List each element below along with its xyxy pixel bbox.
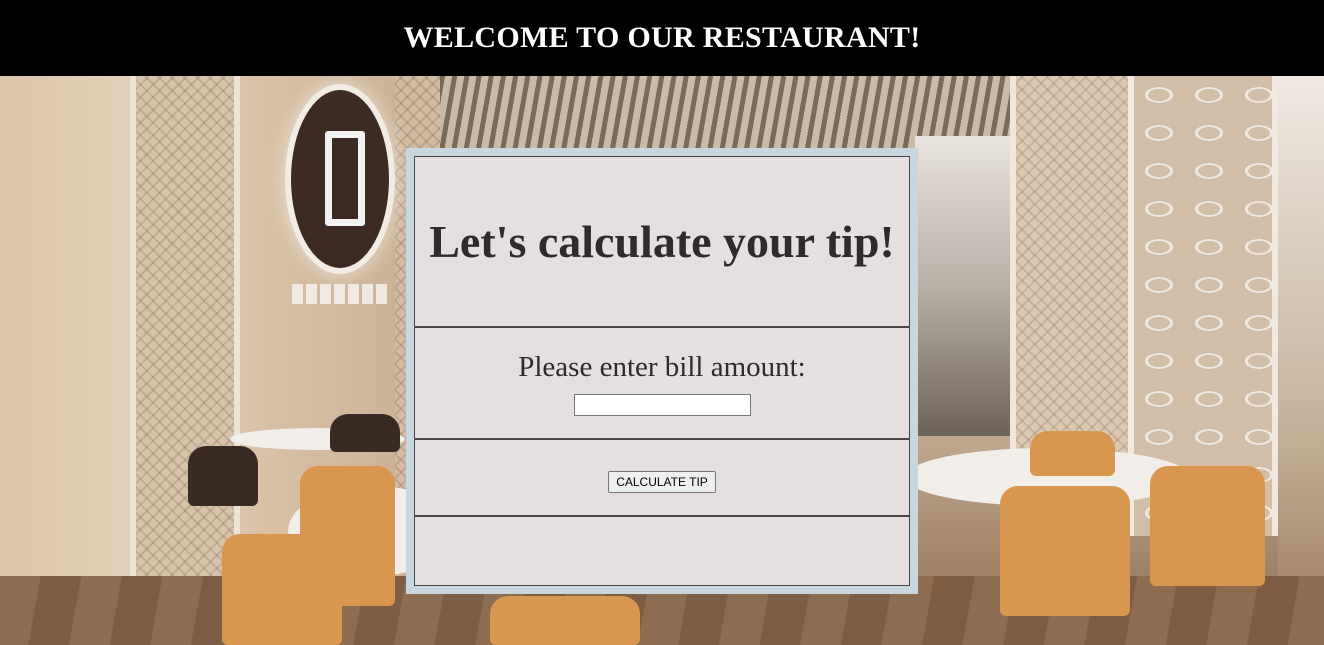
background-lattice-panel <box>130 76 240 616</box>
background-chair <box>188 446 258 506</box>
background-chair <box>222 534 342 645</box>
calculate-tip-button[interactable]: CALCULATE TIP <box>608 470 716 493</box>
bill-amount-input[interactable] <box>573 393 751 416</box>
tip-calculator-card: Let's calculate your tip! Please enter b… <box>406 148 918 594</box>
bill-input-section: Please enter bill amount: <box>415 328 909 440</box>
background-chair <box>1000 486 1130 616</box>
background-chair <box>490 596 640 645</box>
button-section: CALCULATE TIP <box>415 440 909 517</box>
background-far-room <box>915 136 1025 436</box>
page-header: WELCOME TO OUR RESTAURANT! <box>0 0 1324 76</box>
calculator-heading: Let's calculate your tip! <box>429 216 895 267</box>
tip-calculator-panel: Let's calculate your tip! Please enter b… <box>414 156 910 586</box>
heading-section: Let's calculate your tip! <box>415 157 909 328</box>
background-chair <box>1150 466 1265 586</box>
background-logo-mark <box>325 131 365 226</box>
result-section <box>415 517 909 585</box>
background-far-wall <box>1278 76 1324 645</box>
welcome-title: WELCOME TO OUR RESTAURANT! <box>403 21 921 54</box>
background-chair <box>330 414 400 452</box>
background-chair <box>1030 431 1115 476</box>
bill-amount-label: Please enter bill amount: <box>518 350 806 383</box>
background-sign-lettering <box>292 284 387 304</box>
